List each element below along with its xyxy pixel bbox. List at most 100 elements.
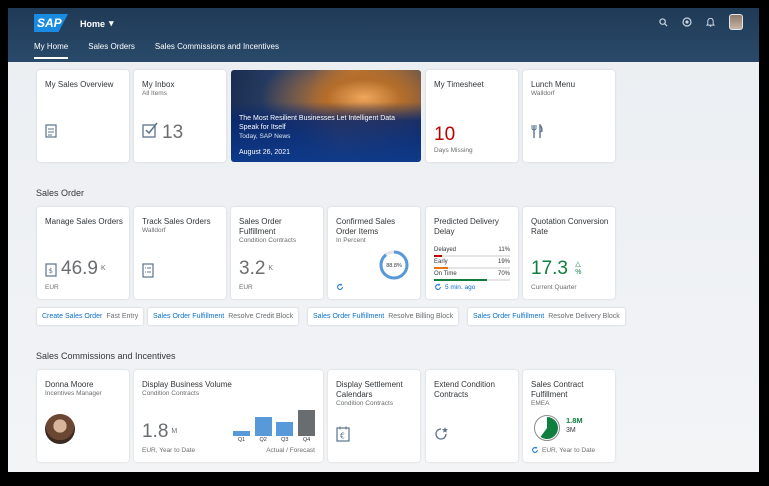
search-icon[interactable] (659, 17, 668, 27)
quarter-label-q4: Q4 (302, 437, 311, 443)
tile-title: Extend Condition Contracts (434, 380, 495, 399)
tile-title: Predicted Delivery Delay (434, 217, 499, 236)
svg-text:€: € (340, 432, 345, 441)
news-source: Today, SAP News (239, 133, 291, 140)
kpi-trend: △ % (575, 261, 581, 277)
link-title: Sales Order Fulfillment (473, 313, 545, 320)
tile-my-sales-overview[interactable]: My Sales Overview (37, 70, 129, 162)
copilot-icon[interactable] (682, 17, 692, 27)
link-resolve-delivery-block[interactable]: Sales Order Fulfillment Resolve Delivery … (468, 308, 625, 325)
home-menu-button[interactable]: Home ▾ (80, 18, 114, 29)
launchpad-window: SAP Home ▾ My Home Sales Orders Sales Co… (5, 5, 762, 475)
checkbox-icon (142, 122, 158, 138)
tile-lunch-menu[interactable]: Lunch Menu Walldorf (523, 70, 615, 162)
tile-footer: 5 min. ago (434, 283, 475, 291)
kpi-number: 46.9 (61, 258, 98, 279)
quarter-label-q3: Q3 (281, 437, 289, 443)
tile-subtitle: EMEA (531, 400, 550, 407)
contract-pie-chart (534, 415, 560, 441)
tile-title: My Sales Overview (45, 80, 114, 89)
home-label: Home (80, 18, 106, 29)
row-label: On Time (434, 271, 457, 277)
user-avatar[interactable] (729, 14, 743, 30)
tile-confirmed-sales-order-items[interactable]: Confirmed Sales Order Items In Percent 8… (328, 207, 420, 299)
row-track (434, 279, 510, 281)
link-create-sales-order[interactable]: Create Sales Order Fast Entry (37, 308, 144, 325)
tile-extend-condition-contracts[interactable]: Extend Condition Contracts (426, 370, 518, 462)
tile-manage-sales-orders[interactable]: Manage Sales Orders $ 46.9 K EUR (37, 207, 129, 299)
document-money-icon: $ (45, 263, 57, 277)
delay-row-delayed: Delayed 11% (434, 247, 510, 257)
trend-up-icon: △ (575, 260, 581, 268)
refresh-icon (337, 283, 343, 290)
tile-sales-contract-fulfillment[interactable]: Sales Contract Fulfillment EMEA 1.8M 3M … (523, 370, 615, 462)
tile-footer: EUR, Year to Date (142, 447, 196, 454)
tile-subtitle: Walldorf (531, 90, 555, 97)
tile-subtitle: Incentives Manager (45, 390, 102, 397)
row-track (434, 267, 510, 269)
tile-title: Sales Order Fulfillment (239, 217, 282, 236)
tile-my-timesheet[interactable]: My Timesheet 10 Days Missing (426, 70, 518, 162)
kpi-value: 17.3 △ % (531, 258, 582, 280)
tile-quotation-conversion-rate[interactable]: Quotation Conversion Rate 17.3 △ % Curre… (523, 207, 615, 299)
tile-title: Display Settlement Calendars (336, 380, 403, 399)
quarter-label-q1: Q1 (237, 437, 246, 443)
tile-footer: Current Quarter (531, 284, 577, 291)
footer-text: EUR, Year to Date (542, 446, 596, 454)
tile-subtitle: Condition Contracts (239, 237, 297, 244)
row-percent: 11% (498, 247, 510, 253)
document-list-icon (142, 263, 154, 278)
link-subtitle: Resolve Credit Block (228, 313, 294, 320)
tile-subtitle: In Percent (336, 237, 366, 244)
kpi-number: 17.3 (531, 258, 568, 279)
tile-predicted-delivery-delay[interactable]: Predicted Delivery Delay Delayed 11% Ear… (426, 207, 518, 299)
link-resolve-credit-block[interactable]: Sales Order Fulfillment Resolve Credit Bl… (148, 308, 299, 325)
kpi-value: 3.2 K (239, 258, 273, 280)
tile-display-settlement-calendars[interactable]: Display Settlement Calendars Condition C… (328, 370, 420, 462)
tile-title: Display Business Volume (142, 380, 232, 389)
quarter-labels: Q1 Q2 Q3 Q4 (233, 437, 315, 445)
svg-text:$: $ (49, 267, 53, 275)
tab-sales-commissions[interactable]: Sales Commissions and Incentives (155, 42, 279, 59)
row-label: Delayed (434, 247, 457, 253)
tile-title: My Timesheet (434, 80, 484, 89)
refresh-icon (532, 446, 538, 453)
quarter-bar-q2 (254, 416, 272, 436)
ring-label: 88.8% (386, 263, 402, 269)
bell-icon[interactable] (706, 17, 715, 27)
link-title: Create Sales Order (42, 313, 103, 320)
link-title: Sales Order Fulfillment (153, 313, 225, 320)
tile-news[interactable]: The Most Resilient Businesses Let Intell… (231, 70, 421, 162)
link-resolve-billing-block[interactable]: Sales Order Fulfillment Resolve Billing B… (308, 308, 459, 325)
row-track (434, 255, 510, 257)
quarter-bar-q4 (298, 410, 315, 436)
confirmed-ring-chart: 88.8% (379, 250, 409, 280)
quarter-label-q2: Q2 (259, 437, 267, 443)
timesheet-value: 10 (434, 124, 456, 145)
row-percent: 19% (497, 259, 510, 265)
tile-footer: Days Missing (434, 147, 473, 154)
delay-row-on-time: On Time 70% (434, 271, 510, 281)
sap-logo[interactable]: SAP (34, 14, 68, 32)
link-subtitle: Fast Entry (106, 313, 139, 320)
tile-footer: EUR, Year to Date (531, 446, 595, 454)
tile-sales-order-fulfillment[interactable]: Sales Order Fulfillment Condition Contra… (231, 207, 323, 299)
tile-title: Lunch Menu (531, 80, 576, 89)
quarter-bar-chart (233, 410, 315, 436)
delay-row-early: Early 19% (434, 259, 510, 269)
contract-value-low: 3M (566, 427, 576, 434)
kpi-scale: M (171, 428, 178, 436)
person-avatar (45, 414, 75, 444)
link-title: Sales Order Fulfillment (313, 313, 385, 320)
tab-sales-orders[interactable]: Sales Orders (88, 42, 135, 59)
tile-donna-moore[interactable]: Donna Moore Incentives Manager (37, 370, 129, 462)
tile-display-business-volume[interactable]: Display Business Volume Condition Contra… (134, 370, 323, 462)
tab-my-home[interactable]: My Home (34, 42, 69, 59)
kpi-value: 46.9 K (61, 258, 106, 280)
tile-my-inbox[interactable]: My Inbox All Items 13 (134, 70, 226, 162)
tile-track-sales-orders[interactable]: Track Sales Orders Walldorf (134, 207, 226, 299)
refresh-time: 5 min. ago (445, 283, 476, 291)
kpi-number: 1.8 (142, 421, 169, 442)
tile-subtitle: All Items (142, 90, 167, 97)
kpi-scale: K (100, 265, 106, 273)
